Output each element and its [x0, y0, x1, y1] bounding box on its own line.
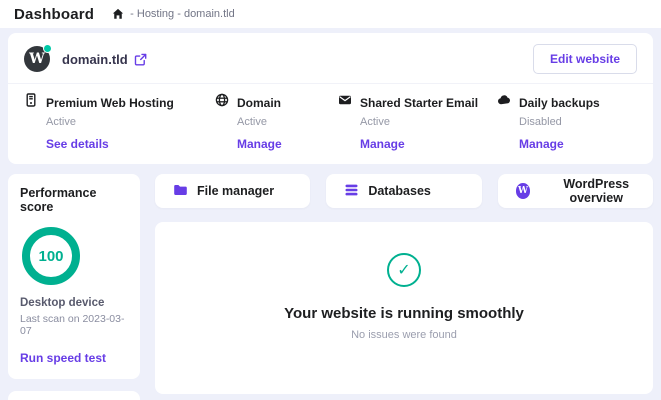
service-domain: Domain Active Manage [215, 93, 338, 151]
right-column: File manager Databases W WordPress over [155, 174, 653, 394]
service-status: Active [237, 116, 338, 128]
lower-section: Performance score 100 Desktop device Las… [8, 174, 653, 394]
cloud-icon [497, 93, 511, 112]
external-link-icon[interactable] [134, 53, 147, 66]
website-status-panel: ✓ Your website is running smoothly No is… [155, 222, 653, 394]
check-circle-icon: ✓ [387, 253, 421, 287]
service-manage-link[interactable]: Manage [360, 137, 497, 151]
service-status: Disabled [519, 116, 637, 128]
service-see-details-link[interactable]: See details [46, 137, 215, 151]
website-name: domain.tld [62, 52, 128, 67]
breadcrumb[interactable]: - Hosting - domain.tld [112, 8, 235, 20]
file-manager-button[interactable]: File manager [155, 174, 310, 208]
breadcrumb-text: - Hosting - domain.tld [130, 8, 235, 20]
score-value: 100 [38, 248, 63, 265]
wordpress-icon: W [516, 183, 531, 199]
page-title: Dashboard [14, 6, 94, 23]
status-subtitle: No issues were found [351, 329, 457, 341]
service-name: Domain [237, 96, 281, 110]
quick-actions-row: File manager Databases W WordPress over [155, 174, 653, 208]
home-icon[interactable] [112, 8, 124, 20]
envelope-icon [338, 93, 352, 112]
score-ring: 100 [22, 227, 80, 285]
service-status: Active [46, 116, 215, 128]
website-header: W domain.tld Edit website [8, 33, 653, 83]
online-status-dot [43, 44, 52, 53]
wordpress-overview-button[interactable]: W WordPress overview [498, 174, 653, 208]
service-manage-link[interactable]: Manage [237, 137, 338, 151]
dashboard-content: W domain.tld Edit website [0, 28, 661, 400]
quick-action-label: Databases [368, 184, 431, 198]
globe-icon [215, 93, 229, 112]
service-status: Active [360, 116, 497, 128]
services-row: Premium Web Hosting Active See details [8, 84, 653, 164]
service-name: Daily backups [519, 96, 600, 110]
performance-score-card: Performance score 100 Desktop device Las… [8, 174, 140, 379]
website-card: W domain.tld Edit website [8, 33, 653, 164]
database-icon [344, 183, 359, 200]
device-label: Desktop device [20, 297, 128, 309]
website-safe-card: ✓ Website is safe No malware found See d… [8, 391, 140, 400]
status-title: Your website is running smoothly [284, 305, 524, 322]
edit-website-button[interactable]: Edit website [533, 44, 637, 74]
service-name: Premium Web Hosting [46, 96, 174, 110]
service-name: Shared Starter Email [360, 96, 478, 110]
run-speed-test-link[interactable]: Run speed test [20, 351, 128, 365]
left-column: Performance score 100 Desktop device Las… [8, 174, 140, 394]
last-scan-label: Last scan on 2023-03-07 [20, 313, 128, 337]
service-premium-web-hosting: Premium Web Hosting Active See details [24, 93, 215, 151]
service-manage-link[interactable]: Manage [519, 137, 637, 151]
databases-button[interactable]: Databases [326, 174, 481, 208]
quick-action-label: File manager [197, 184, 274, 198]
website-avatar: W [24, 46, 50, 72]
server-icon [24, 93, 38, 112]
folder-icon [173, 183, 188, 200]
service-shared-starter-email: Shared Starter Email Active Manage [338, 93, 497, 151]
performance-title: Performance score [20, 186, 128, 214]
service-daily-backups: Daily backups Disabled Manage [497, 93, 637, 151]
topbar: Dashboard - Hosting - domain.tld [0, 0, 661, 28]
quick-action-label: WordPress overview [539, 177, 653, 205]
